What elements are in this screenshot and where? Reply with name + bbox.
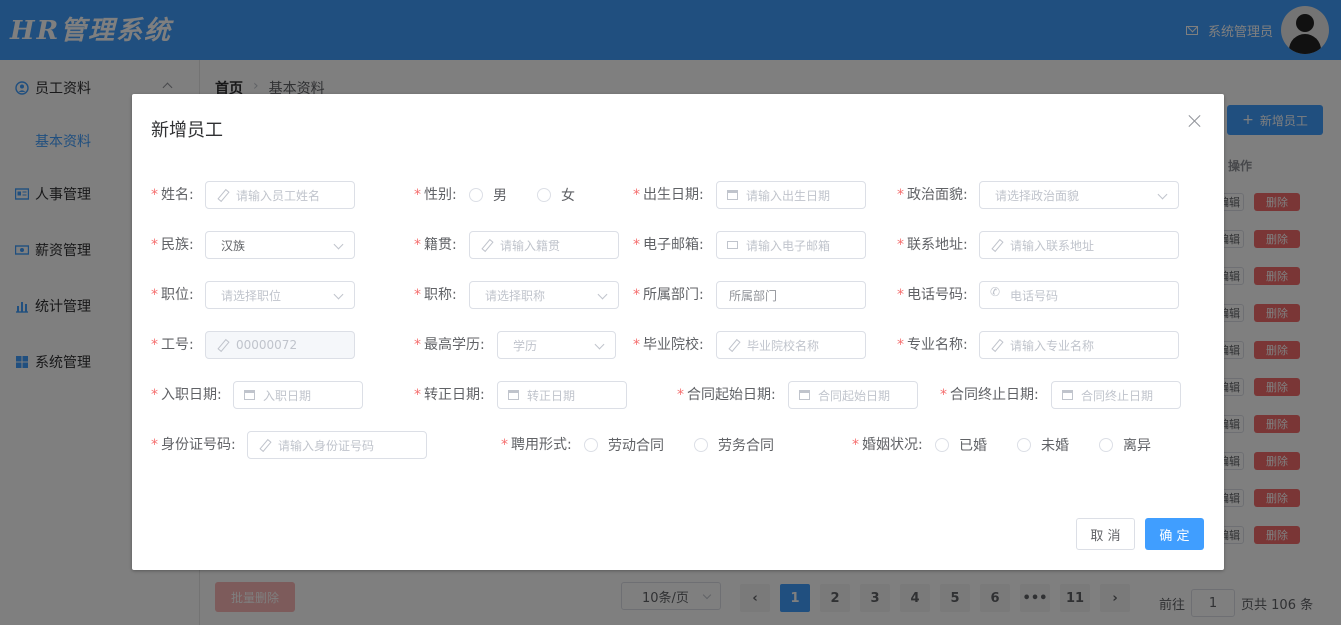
gender-radio-female[interactable]: 女 [537, 181, 575, 209]
gender-radio-male[interactable]: 男 [469, 181, 507, 209]
id-card-label: * 身份证号码: [151, 437, 236, 453]
contract-end-label: * 合同终止日期: [940, 387, 1039, 403]
birthday-label: * 出生日期: [633, 187, 704, 203]
gender-label: * 性别: [414, 187, 457, 203]
education-select[interactable]: 学历 [497, 331, 616, 359]
specialty-input[interactable]: 请输入专业名称 [979, 331, 1179, 359]
calendar-icon [799, 390, 810, 400]
engage-form-label: * 聘用形式: [501, 437, 572, 453]
edit-icon [990, 339, 1002, 351]
begin-date-label: * 入职日期: [151, 387, 222, 403]
politics-label: * 政治面貌: [897, 187, 968, 203]
phone-input[interactable]: 电话号码 [979, 281, 1179, 309]
calendar-icon [244, 390, 255, 400]
specialty-label: * 专业名称: [897, 337, 968, 353]
cancel-button[interactable]: 取 消 [1076, 518, 1135, 550]
contract-begin-label: * 合同起始日期: [677, 387, 776, 403]
edit-icon [480, 239, 492, 251]
phone-label: * 电话号码: [897, 287, 968, 303]
chevron-down-icon [597, 289, 608, 300]
address-input[interactable]: 请输入联系地址 [979, 231, 1179, 259]
dialog-title: 新增员工 [151, 120, 223, 141]
work-id-input: 00000072 [205, 331, 355, 359]
native-place-label: * 籍贯: [414, 237, 457, 253]
edit-icon [990, 239, 1002, 251]
department-label: * 所属部门: [633, 287, 704, 303]
id-card-input[interactable]: 请输入身份证号码 [247, 431, 427, 459]
conversion-date-label: * 转正日期: [414, 387, 485, 403]
politics-select[interactable]: 请选择政治面貌 [979, 181, 1179, 209]
engage-radio-labor[interactable]: 劳动合同 [584, 431, 664, 459]
job-level-select[interactable]: 请选择职称 [469, 281, 619, 309]
calendar-icon [1062, 390, 1073, 400]
contract-begin-picker[interactable]: 合同起始日期 [788, 381, 918, 409]
native-place-input[interactable]: 请输入籍贯 [469, 231, 619, 259]
confirm-button[interactable]: 确 定 [1145, 518, 1204, 550]
calendar-icon [508, 390, 519, 400]
calendar-icon [727, 190, 738, 200]
birthday-picker[interactable]: 请输入出生日期 [716, 181, 866, 209]
wedlock-label: * 婚姻状况: [852, 437, 923, 453]
contract-end-picker[interactable]: 合同终止日期 [1051, 381, 1181, 409]
conversion-date-picker[interactable]: 转正日期 [497, 381, 627, 409]
school-input[interactable]: 毕业院校名称 [716, 331, 866, 359]
name-label: * 姓名: [151, 187, 194, 203]
edit-icon [216, 339, 228, 351]
wedlock-radio-divorced[interactable]: 离异 [1099, 431, 1151, 459]
department-input[interactable]: 所属部门 [716, 281, 866, 309]
job-level-label: * 职称: [414, 287, 457, 303]
position-label: * 职位: [151, 287, 194, 303]
email-input[interactable]: 请输入电子邮箱 [716, 231, 866, 259]
phone-icon [990, 285, 1002, 301]
position-select[interactable]: 请选择职位 [205, 281, 355, 309]
email-label: * 电子邮箱: [633, 237, 704, 253]
engage-radio-service[interactable]: 劳务合同 [694, 431, 774, 459]
add-employee-dialog: 新增员工 * 姓名: 请输入员工姓名 * 性别: 男 女 * 出生日期: 请输入出生日… [132, 94, 1224, 570]
education-label: * 最高学历: [414, 337, 485, 353]
begin-date-picker[interactable]: 入职日期 [233, 381, 363, 409]
edit-icon [258, 439, 270, 451]
edit-icon [727, 339, 739, 351]
wedlock-radio-married[interactable]: 已婚 [935, 431, 987, 459]
nation-select[interactable]: 汉族 [205, 231, 355, 259]
wedlock-radio-single[interactable]: 未婚 [1017, 431, 1069, 459]
edit-icon [216, 189, 228, 201]
chevron-down-icon [594, 339, 605, 350]
name-input[interactable]: 请输入员工姓名 [205, 181, 355, 209]
school-label: * 毕业院校: [633, 337, 704, 353]
work-id-label: * 工号: [151, 337, 194, 353]
chevron-down-icon [333, 239, 344, 250]
nation-label: * 民族: [151, 237, 194, 253]
close-icon[interactable] [1188, 114, 1202, 128]
chevron-down-icon [333, 289, 344, 300]
mail-icon [727, 241, 738, 249]
chevron-down-icon [1157, 189, 1168, 200]
address-label: * 联系地址: [897, 237, 968, 253]
